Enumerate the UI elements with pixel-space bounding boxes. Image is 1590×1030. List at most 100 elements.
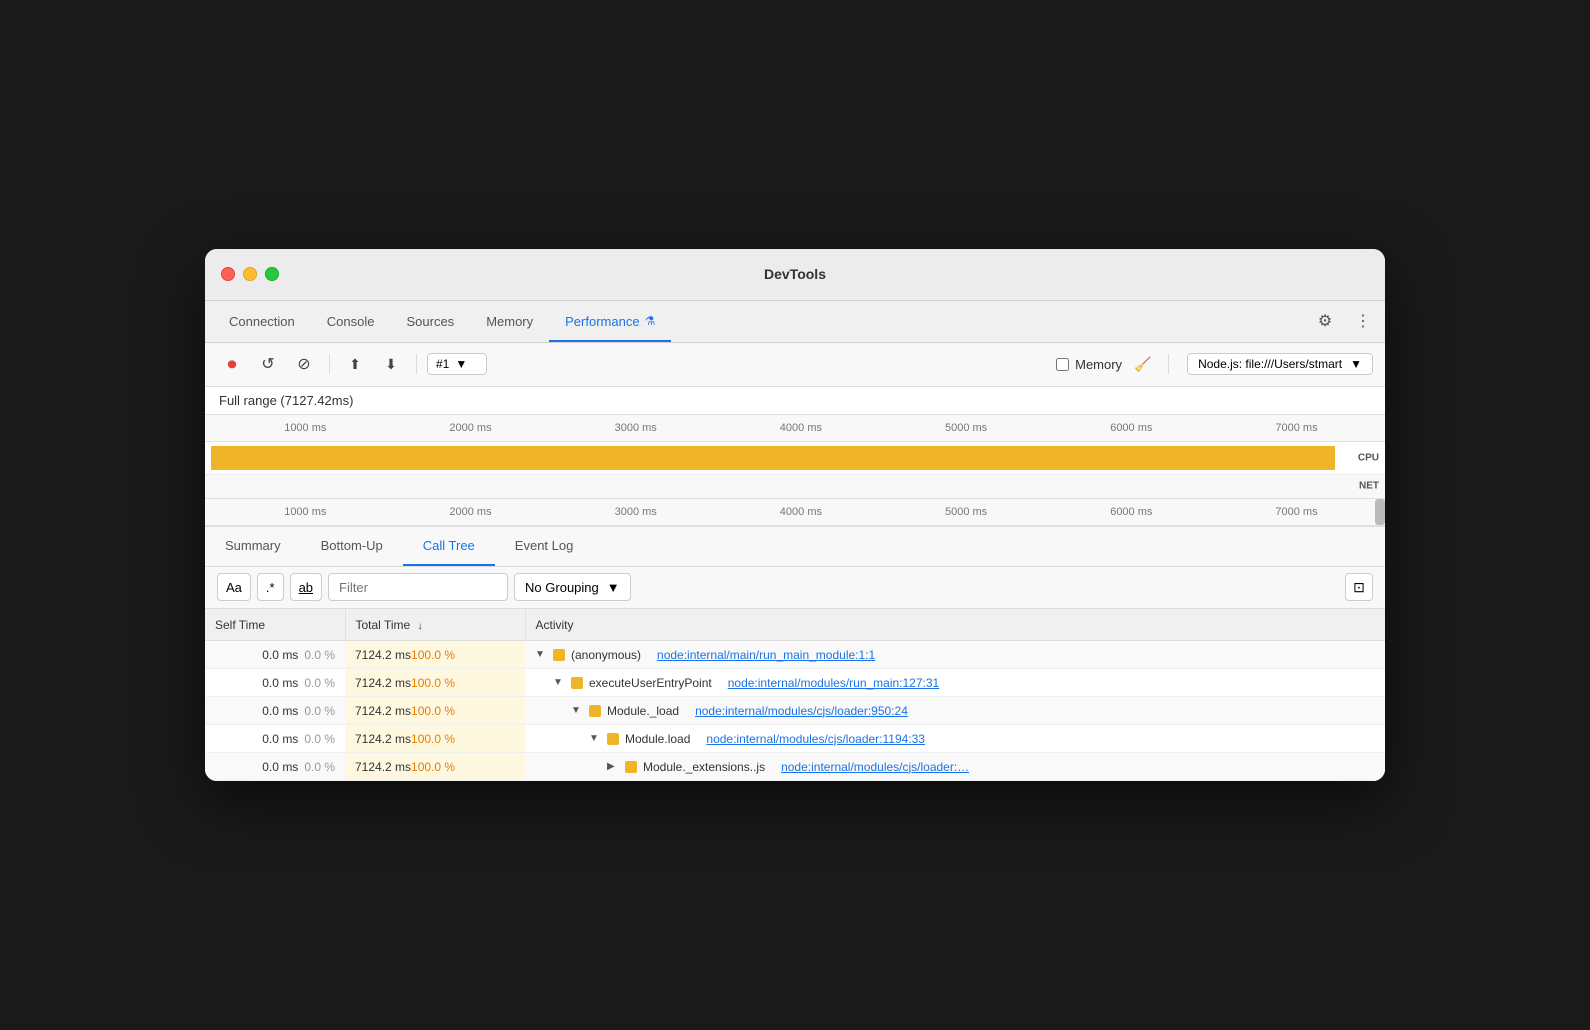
- full-range-label: Full range (7127.42ms): [205, 387, 1385, 414]
- net-label: NET: [1359, 481, 1379, 492]
- tab-bar: Connection Console Sources Memory Perfor…: [205, 301, 1385, 343]
- btab-bottom-up[interactable]: Bottom-Up: [301, 527, 403, 566]
- cell-self-time: 0.0 ms0.0 %: [205, 669, 345, 697]
- tick-b-7000: 7000 ms: [1275, 506, 1317, 518]
- table-row: 0.0 ms0.0 %7124.2 ms100.0 % ▼ executeUse…: [205, 669, 1385, 697]
- traffic-lights: [221, 267, 279, 281]
- activity-link[interactable]: node:internal/modules/cjs/loader:950:24: [695, 704, 908, 718]
- tab-performance[interactable]: Performance ⚗: [549, 301, 671, 342]
- activity-icon: [589, 705, 601, 717]
- btab-event-log[interactable]: Event Log: [495, 527, 594, 566]
- tick-2000: 2000 ms: [449, 422, 491, 434]
- minimize-button[interactable]: [243, 267, 257, 281]
- table-header-row: Self Time Total Time ↓ Activity: [205, 609, 1385, 641]
- download-button[interactable]: ⬇: [376, 349, 406, 379]
- cell-total-time: 7124.2 ms100.0 %: [345, 753, 525, 781]
- node-dropdown-arrow: ▼: [1350, 357, 1362, 371]
- clear-button[interactable]: ⊘: [289, 349, 319, 379]
- activity-icon: [553, 649, 565, 661]
- tab-memory[interactable]: Memory: [470, 301, 549, 342]
- activity-icon: [625, 761, 637, 773]
- btab-call-tree[interactable]: Call Tree: [403, 527, 495, 566]
- memory-checkbox[interactable]: Memory: [1056, 357, 1122, 372]
- btab-summary[interactable]: Summary: [205, 527, 301, 566]
- timeline-area: Full range (7127.42ms) 1000 ms 2000 ms 3…: [205, 387, 1385, 527]
- tick-1000: 1000 ms: [284, 422, 326, 434]
- profile-selector[interactable]: #1 ▼: [427, 353, 487, 375]
- regex-filter-button[interactable]: .*: [257, 573, 284, 601]
- cell-activity: ▶ Module._extensions..js node:internal/m…: [525, 753, 1385, 781]
- case-filter-button[interactable]: ab: [290, 573, 322, 601]
- expand-arrow[interactable]: ▼: [571, 705, 583, 716]
- aa-filter-button[interactable]: Aa: [217, 573, 251, 601]
- close-button[interactable]: [221, 267, 235, 281]
- settings-button[interactable]: ⚙: [1311, 307, 1339, 335]
- activity-name: Module._extensions..js: [643, 760, 765, 774]
- expand-arrow[interactable]: ▼: [589, 733, 601, 744]
- activity-link[interactable]: node:internal/modules/run_main:127:31: [728, 676, 939, 690]
- table-row: 0.0 ms0.0 %7124.2 ms100.0 % ▼ (anonymous…: [205, 641, 1385, 669]
- activity-icon: [607, 733, 619, 745]
- activity-link[interactable]: node:internal/modules/cjs/loader:…: [781, 760, 969, 774]
- cell-self-time: 0.0 ms0.0 %: [205, 641, 345, 669]
- panel-toggle-icon: ⊡: [1353, 579, 1365, 596]
- tick-b-4000: 4000 ms: [780, 506, 822, 518]
- grouping-select[interactable]: No Grouping ▼: [514, 573, 631, 601]
- cell-total-time: 7124.2 ms100.0 %: [345, 697, 525, 725]
- activity-name: executeUserEntryPoint: [589, 676, 712, 690]
- performance-icon: ⚗: [645, 314, 656, 328]
- window-title: DevTools: [764, 266, 826, 282]
- cell-total-time: 7124.2 ms100.0 %: [345, 669, 525, 697]
- th-self-time[interactable]: Self Time: [205, 609, 345, 641]
- tick-b-3000: 3000 ms: [615, 506, 657, 518]
- cell-activity: ▼ Module._load node:internal/modules/cjs…: [525, 697, 1385, 725]
- panel-toggle-button[interactable]: ⊡: [1345, 573, 1373, 601]
- profile-dropdown-arrow: ▼: [455, 357, 467, 371]
- cell-self-time: 0.0 ms0.0 %: [205, 753, 345, 781]
- sort-arrow: ↓: [418, 621, 423, 632]
- title-bar: DevTools: [205, 249, 1385, 301]
- expand-arrow[interactable]: ▶: [607, 761, 619, 772]
- tick-b-1000: 1000 ms: [284, 506, 326, 518]
- cell-self-time: 0.0 ms0.0 %: [205, 697, 345, 725]
- timeline-scrollbar[interactable]: [1375, 499, 1385, 525]
- th-total-time[interactable]: Total Time ↓: [345, 609, 525, 641]
- tab-connection[interactable]: Connection: [213, 301, 311, 342]
- time-ruler-bottom: 1000 ms 2000 ms 3000 ms 4000 ms 5000 ms …: [205, 498, 1385, 526]
- table-container: Self Time Total Time ↓ Activity 0.0 ms0.…: [205, 609, 1385, 782]
- bottom-tabs: Summary Bottom-Up Call Tree Event Log: [205, 527, 1385, 567]
- activity-link[interactable]: node:internal/main/run_main_module:1:1: [657, 648, 875, 662]
- memory-checkbox-input[interactable]: [1056, 358, 1069, 371]
- net-bar-container: NET: [205, 474, 1385, 498]
- devtools-window: DevTools Connection Console Sources Memo…: [205, 249, 1385, 782]
- upload-button[interactable]: ⬆: [340, 349, 370, 379]
- tab-console[interactable]: Console: [311, 301, 391, 342]
- table-row: 0.0 ms0.0 %7124.2 ms100.0 % ▶ Module._ex…: [205, 753, 1385, 781]
- tick-3000: 3000 ms: [615, 422, 657, 434]
- tab-sources[interactable]: Sources: [390, 301, 470, 342]
- clean-button[interactable]: 🧹: [1128, 349, 1158, 379]
- expand-arrow[interactable]: ▼: [535, 649, 547, 660]
- grouping-dropdown-arrow: ▼: [607, 580, 620, 595]
- record-button[interactable]: ⏺: [217, 349, 247, 379]
- time-ruler-top: 1000 ms 2000 ms 3000 ms 4000 ms 5000 ms …: [205, 414, 1385, 442]
- maximize-button[interactable]: [265, 267, 279, 281]
- more-options-button[interactable]: ⋮: [1349, 307, 1377, 335]
- activity-icon: [571, 677, 583, 689]
- filter-bar-right: ⊡: [1345, 573, 1373, 601]
- filter-bar: Aa .* ab No Grouping ▼ ⊡: [205, 567, 1385, 609]
- reload-button[interactable]: ↺: [253, 349, 283, 379]
- tick-5000: 5000 ms: [945, 422, 987, 434]
- table-row: 0.0 ms0.0 %7124.2 ms100.0 % ▼ Module.loa…: [205, 725, 1385, 753]
- cell-activity: ▼ executeUserEntryPoint node:internal/mo…: [525, 669, 1385, 697]
- tab-bar-actions: ⚙ ⋮: [1311, 301, 1377, 342]
- tick-b-5000: 5000 ms: [945, 506, 987, 518]
- filter-input[interactable]: [328, 573, 508, 601]
- cpu-bar: [211, 446, 1335, 470]
- cell-activity: ▼ Module.load node:internal/modules/cjs/…: [525, 725, 1385, 753]
- cell-total-time: 7124.2 ms100.0 %: [345, 725, 525, 753]
- node-selector[interactable]: Node.js: file:///Users/stmart ▼: [1187, 353, 1373, 375]
- activity-link[interactable]: node:internal/modules/cjs/loader:1194:33: [706, 732, 925, 746]
- table-row: 0.0 ms0.0 %7124.2 ms100.0 % ▼ Module._lo…: [205, 697, 1385, 725]
- expand-arrow[interactable]: ▼: [553, 677, 565, 688]
